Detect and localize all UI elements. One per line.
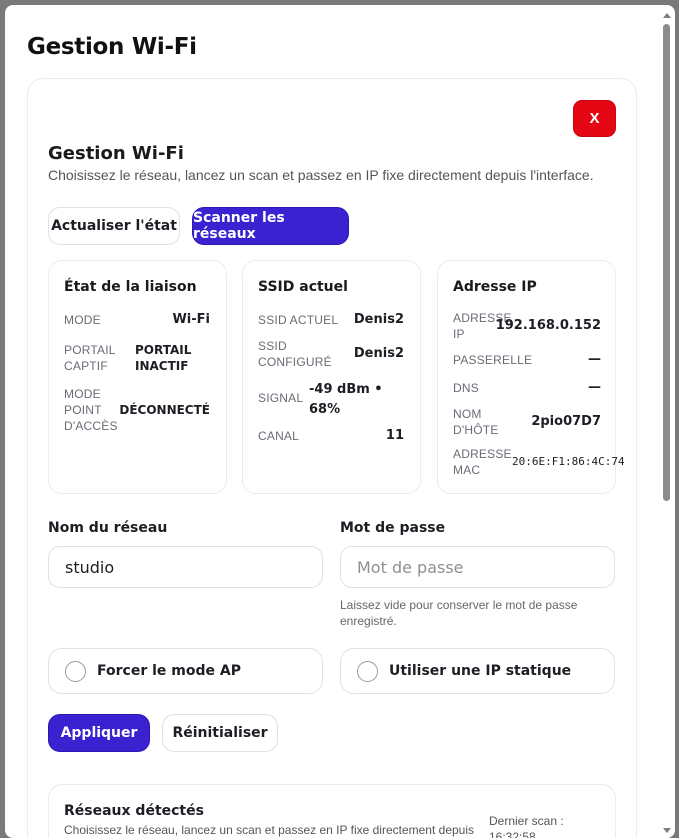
close-button[interactable]: X — [573, 100, 616, 137]
static-ip-label: Utiliser une IP statique — [389, 663, 572, 679]
section-subtitle: Choisissez le réseau, lancez un scan et … — [48, 167, 594, 183]
mac-address-value: 20:6E:F1:86:4C:74 — [512, 455, 625, 468]
signal-label: Signal — [258, 391, 304, 405]
dns-value: — — [588, 380, 601, 395]
page-title: Gestion Wi-Fi — [27, 34, 197, 60]
checkbox-circle-icon[interactable] — [65, 661, 86, 682]
signal-value: -49 dBm • 68% — [309, 382, 383, 417]
gateway-value: — — [588, 352, 601, 367]
scan-networks-button[interactable]: Scanner les réseaux — [192, 207, 349, 245]
networks-title: Réseaux détectés — [64, 803, 204, 819]
card-title: SSID actuel — [258, 279, 348, 295]
ip-address-value: 192.168.0.152 — [495, 318, 601, 333]
wifi-panel: X Gestion Wi-Fi Choisissez le réseau, la… — [27, 78, 637, 838]
mode-label: Mode — [64, 313, 101, 327]
apply-button[interactable]: Appliquer — [48, 714, 150, 752]
detected-networks-section: Réseaux détectés Choisissez le réseau, l… — [48, 784, 616, 838]
last-scan-time: Dernier scan : 16:32:58 — [489, 814, 564, 838]
link-status-card: État de la liaison Mode Wi-Fi Portail ca… — [48, 260, 227, 494]
card-title: État de la liaison — [64, 279, 197, 295]
scrollbar-thumb[interactable] — [663, 24, 670, 501]
ssid-field-label: Nom du réseau — [48, 520, 168, 536]
ssid-card: SSID actuel SSID actuel Denis2 SSID conf… — [242, 260, 421, 494]
dns-label: DNS — [453, 381, 479, 395]
configured-ssid-value: Denis2 — [353, 346, 404, 361]
channel-label: Canal — [258, 429, 300, 443]
scroll-down-icon[interactable] — [663, 828, 671, 833]
password-field-label: Mot de passe — [340, 520, 446, 536]
static-ip-toggle[interactable]: Utiliser une IP statique — [340, 648, 615, 694]
hostname-label: Nom d'hôte — [453, 407, 499, 437]
password-input[interactable] — [340, 546, 615, 588]
hostname-value: 2pio07D7 — [531, 414, 601, 429]
gateway-label: Passerelle — [453, 353, 533, 367]
access-point-label: Mode point d'accès — [64, 387, 118, 433]
ip-card: Adresse IP Adresse IP 192.168.0.152 Pass… — [437, 260, 625, 494]
current-ssid-label: SSID actuel — [258, 313, 339, 327]
captive-portal-label: Portail captif — [64, 343, 116, 373]
access-point-value: Déconnecté — [119, 403, 210, 417]
force-ap-label: Forcer le mode AP — [97, 663, 241, 679]
section-title: Gestion Wi-Fi — [48, 143, 184, 164]
refresh-status-button[interactable]: Actualiser l'état — [48, 207, 180, 245]
mac-address-label: Adresse MAC — [453, 447, 512, 477]
password-hint: Laissez vide pour conserver le mot de pa… — [340, 598, 578, 628]
app-window: Gestion Wi-Fi X Gestion Wi-Fi Choisissez… — [5, 5, 675, 838]
current-ssid-value: Denis2 — [353, 312, 404, 327]
configured-ssid-label: SSID configuré — [258, 339, 332, 369]
card-title: Adresse IP — [453, 279, 537, 295]
ssid-input[interactable] — [48, 546, 323, 588]
scroll-up-icon[interactable] — [663, 13, 671, 18]
reset-button[interactable]: Réinitialiser — [162, 714, 278, 752]
vertical-scrollbar[interactable] — [662, 11, 671, 835]
channel-value: 11 — [385, 428, 404, 443]
force-ap-toggle[interactable]: Forcer le mode AP — [48, 648, 323, 694]
networks-subtitle: Choisissez le réseau, lancez un scan et … — [64, 823, 475, 837]
captive-portal-value: Portail inactif — [135, 343, 192, 373]
checkbox-circle-icon[interactable] — [357, 661, 378, 682]
mode-value: Wi-Fi — [172, 312, 210, 327]
